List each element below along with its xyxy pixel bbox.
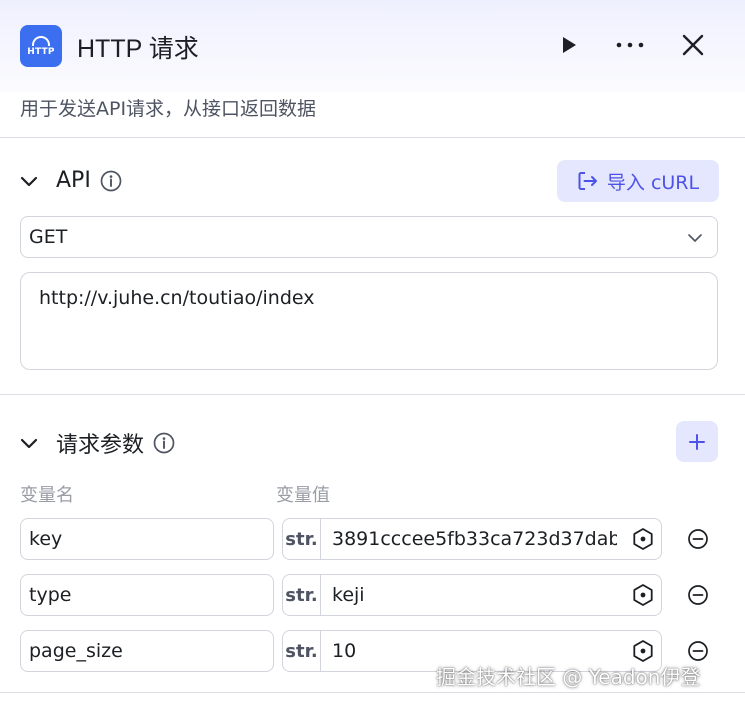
param-type-tag[interactable]: str.: [283, 631, 321, 671]
node-header: HTTP HTTP 请求: [0, 0, 745, 92]
column-header-name: 变量名: [20, 485, 74, 506]
params-section-header[interactable]: 请求参数: [20, 427, 175, 459]
variable-ref-icon[interactable]: [631, 527, 655, 551]
add-param-button[interactable]: [676, 421, 718, 462]
node-description: 用于发送API请求，从接口返回数据: [20, 98, 317, 120]
minus-circle-icon[interactable]: [686, 639, 710, 663]
divider: [0, 394, 745, 395]
variable-ref-icon[interactable]: [631, 583, 655, 607]
params-section-title: 请求参数: [56, 433, 145, 458]
import-curl-label: 导入 cURL: [606, 171, 700, 194]
close-icon: [682, 34, 704, 56]
param-type-tag[interactable]: str.: [283, 519, 321, 559]
param-row: key str. 3891cccee5fb33ca723d37dab: [0, 518, 745, 560]
play-icon: [563, 37, 576, 53]
param-name-input[interactable]: key: [20, 518, 274, 560]
minus-circle-icon[interactable]: [686, 527, 710, 551]
param-name-input[interactable]: page_size: [20, 630, 274, 672]
param-type-tag[interactable]: str.: [283, 575, 321, 615]
plus-icon: [689, 433, 705, 450]
param-value-input[interactable]: keji: [332, 575, 617, 615]
node-title: HTTP 请求: [77, 35, 199, 63]
chevron-down-icon[interactable]: [20, 172, 38, 190]
more-horizontal-icon: [616, 42, 644, 48]
run-button[interactable]: [553, 30, 583, 60]
method-value: GET: [29, 226, 68, 248]
watermark: 掘金技术社区 @ Yeadon伊登: [436, 665, 701, 689]
method-select[interactable]: GET: [20, 216, 718, 258]
param-value-group: str. 3891cccee5fb33ca723d37dab: [282, 518, 662, 560]
column-header-value: 变量值: [276, 485, 330, 506]
api-section-title: API: [56, 168, 91, 193]
app-icon-label: HTTP: [27, 46, 55, 57]
chevron-down-icon[interactable]: [20, 434, 38, 452]
info-icon[interactable]: [153, 432, 175, 454]
import-curl-button[interactable]: 导入 cURL: [557, 160, 719, 202]
param-row: type str. keji: [0, 574, 745, 616]
divider: [0, 137, 745, 138]
variable-ref-icon[interactable]: [631, 639, 655, 663]
param-value-group: str. keji: [282, 574, 662, 616]
param-value-input[interactable]: 3891cccee5fb33ca723d37dab: [332, 519, 617, 559]
chevron-down-icon: [688, 234, 702, 242]
minus-circle-icon[interactable]: [686, 583, 710, 607]
http-globe-icon: HTTP: [20, 25, 62, 67]
api-section-header[interactable]: API: [20, 168, 122, 193]
close-button[interactable]: [678, 30, 708, 60]
param-name-input[interactable]: type: [20, 574, 274, 616]
more-button[interactable]: [615, 30, 645, 60]
divider: [0, 692, 745, 693]
import-icon: [578, 172, 597, 190]
info-icon[interactable]: [100, 170, 122, 192]
url-input[interactable]: http://v.juhe.cn/toutiao/index: [20, 272, 718, 370]
